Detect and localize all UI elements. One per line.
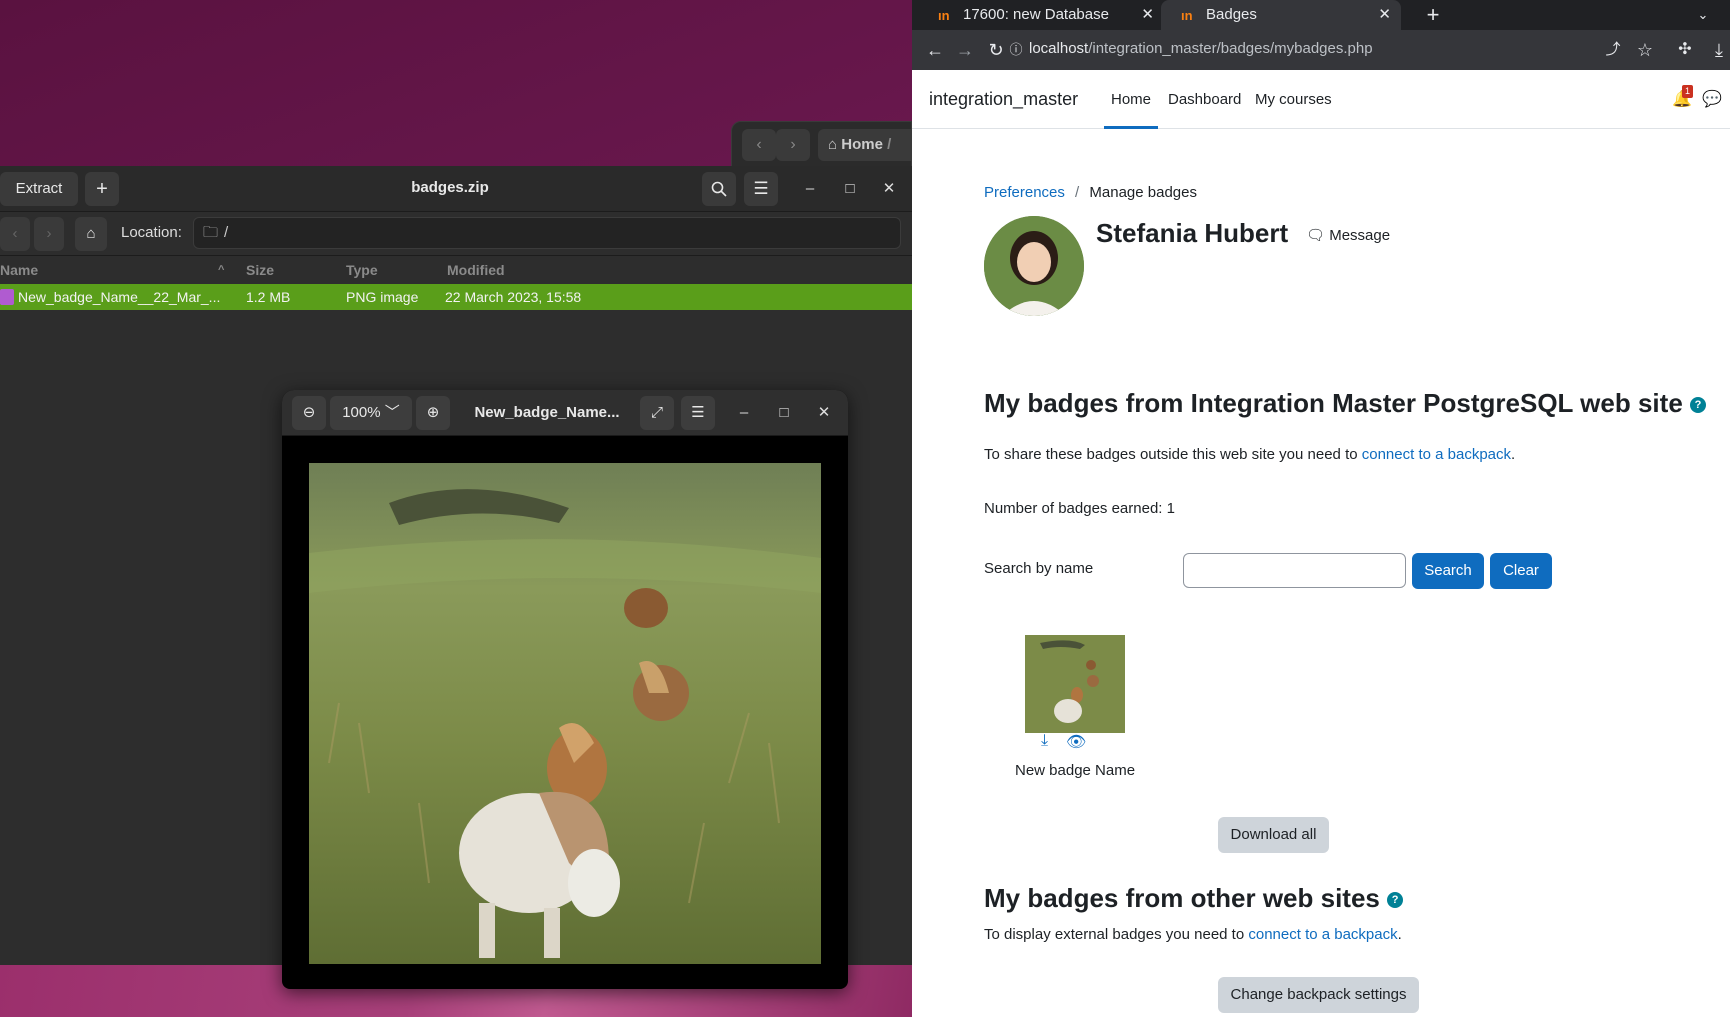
view-badge-icon[interactable]: 👁 <box>1066 732 1086 752</box>
location-label: Location: <box>121 224 182 241</box>
browser-window: ın 17600: new Database ✕ ın Badges ✕ + ⌄… <box>912 0 1730 1017</box>
speech-bubble-icon: 🗨 <box>1306 227 1326 244</box>
zoom-out-icon[interactable]: ⊖ <box>292 396 326 430</box>
search-input[interactable] <box>1183 553 1406 588</box>
file-name: New_badge_Name__22_Mar_... <box>18 289 221 305</box>
badge-count: Number of badges earned: 1 <box>984 500 1175 517</box>
maximize-button[interactable]: □ <box>771 400 797 426</box>
file-size: 1.2 MB <box>246 289 291 305</box>
new-tab-icon[interactable]: + <box>1422 4 1444 26</box>
site-info-icon[interactable]: ⓘ <box>1005 39 1027 61</box>
folder-icon: 🗀 <box>203 224 219 241</box>
image-viewer-window: ⊖ 100% ﹀ ⊕ New_badge_Name... ⤢ ☰ – □ ✕ <box>282 390 848 989</box>
zoom-in-icon[interactable]: ⊕ <box>416 396 450 430</box>
user-name: Stefania Hubert <box>1096 218 1289 248</box>
page-title: My badges from Integration Master Postgr… <box>984 388 1707 419</box>
help-icon[interactable]: ? <box>1387 892 1404 909</box>
connect-backpack-link[interactable]: connect to a backpack <box>1362 446 1511 463</box>
address-bar[interactable]: localhost/integration_master/badges/myba… <box>1029 40 1373 57</box>
file-modified: 22 March 2023, 15:58 <box>445 289 582 305</box>
download-badge-icon[interactable]: ⤓ <box>1041 732 1048 750</box>
bookmark-star-icon[interactable]: ☆ <box>1634 39 1656 61</box>
notification-badge: 1 <box>1682 85 1693 98</box>
moodle-icon: ın <box>938 8 950 23</box>
forward-icon[interactable]: › <box>34 217 64 251</box>
maximize-button[interactable]: □ <box>837 176 863 202</box>
search-button[interactable]: Search <box>1412 553 1484 589</box>
sort-ascending-icon: ^ <box>218 264 225 276</box>
back-arrow-icon[interactable]: ← <box>924 39 946 61</box>
column-modified[interactable]: Modified <box>447 258 505 282</box>
zoom-level-dropdown[interactable]: 100% ﹀ <box>330 396 412 430</box>
search-icon[interactable] <box>702 172 736 206</box>
search-label: Search by name <box>984 560 1094 577</box>
tab-strip: ın 17600: new Database ✕ ın Badges ✕ + ⌄ <box>912 0 1730 30</box>
column-size[interactable]: Size <box>246 258 274 282</box>
browser-toolbar: ← → ↻ ⓘ localhost/integration_master/bad… <box>912 30 1730 70</box>
column-name[interactable]: Name <box>0 258 38 282</box>
location-field[interactable]: 🗀 / <box>193 217 901 249</box>
moodle-navbar: integration_master Home Dashboard My cou… <box>912 70 1730 129</box>
file-type: PNG image <box>346 289 419 305</box>
menu-icon[interactable]: ☰ <box>744 172 778 206</box>
files-window: ‹ › ⌂ Home / <box>731 121 918 167</box>
minimize-button[interactable]: – <box>731 400 757 426</box>
download-all-button[interactable]: Download all <box>1218 817 1329 853</box>
badge-image <box>309 463 821 964</box>
location-bar: ‹ › ⌂ Location: 🗀 / <box>0 212 912 256</box>
path-home-button[interactable]: ⌂ Home / <box>818 129 918 161</box>
nav-home[interactable]: Home <box>1104 91 1159 129</box>
breadcrumb-current: Manage badges <box>1089 184 1197 201</box>
home-icon[interactable]: ⌂ <box>75 217 107 251</box>
chat-icon[interactable]: 💬 <box>1702 89 1722 109</box>
minimize-button[interactable]: – <box>797 176 823 202</box>
image-file-icon <box>0 289 14 305</box>
share-text: To share these badges outside this web s… <box>984 446 1516 463</box>
site-name[interactable]: integration_master <box>929 89 1078 110</box>
extensions-icon[interactable]: ✣ <box>1674 39 1696 61</box>
close-tab-icon[interactable]: ✕ <box>1378 0 1391 30</box>
tab-badges[interactable]: ın Badges ✕ <box>1161 0 1401 30</box>
help-icon[interactable]: ? <box>1690 397 1707 414</box>
badge-thumbnail[interactable] <box>1025 635 1125 733</box>
moodle-icon: ın <box>1181 8 1193 23</box>
change-backpack-button[interactable]: Change backpack settings <box>1218 977 1419 1013</box>
column-type[interactable]: Type <box>346 258 378 282</box>
viewer-headerbar: ⊖ 100% ﹀ ⊕ New_badge_Name... ⤢ ☰ – □ ✕ <box>282 390 848 436</box>
archive-headerbar: Extract + badges.zip ☰ – □ ✕ <box>0 166 912 212</box>
nav-my-courses[interactable]: My courses <box>1255 91 1332 108</box>
breadcrumb-preferences[interactable]: Preferences <box>984 184 1065 201</box>
back-button[interactable]: ‹ <box>742 129 776 161</box>
forward-arrow-icon[interactable]: → <box>954 39 976 61</box>
connect-backpack-link-2[interactable]: connect to a backpack <box>1248 926 1397 943</box>
tab-search-icon[interactable]: ⌄ <box>1692 4 1714 26</box>
close-button[interactable]: ✕ <box>876 176 902 202</box>
breadcrumb: Preferences / Manage badges <box>984 184 1197 201</box>
share-icon[interactable]: ⤴ <box>1602 39 1624 61</box>
fullscreen-icon[interactable]: ⤢ <box>640 396 674 430</box>
file-row[interactable]: New_badge_Name__22_Mar_... 1.2 MB PNG im… <box>0 284 912 310</box>
message-button[interactable]: 🗨 Message <box>1306 226 1390 244</box>
chevron-down-icon: ﹀ <box>384 404 400 421</box>
reload-icon[interactable]: ↻ <box>985 39 1007 61</box>
forward-button[interactable]: › <box>776 129 810 161</box>
home-icon: ⌂ <box>828 136 842 153</box>
menu-icon[interactable]: ☰ <box>681 396 715 430</box>
close-tab-icon[interactable]: ✕ <box>1141 0 1154 30</box>
close-button[interactable]: ✕ <box>811 400 837 426</box>
badge-name[interactable]: New badge Name <box>1015 762 1135 779</box>
nav-dashboard[interactable]: Dashboard <box>1168 91 1241 108</box>
tab-database[interactable]: ın 17600: new Database ✕ <box>918 0 1164 30</box>
back-icon[interactable]: ‹ <box>0 217 30 251</box>
download-icon[interactable]: ⤓ <box>1708 39 1730 61</box>
external-text: To display external badges you need to c… <box>984 926 1402 943</box>
clear-button[interactable]: Clear <box>1490 553 1552 589</box>
avatar[interactable] <box>984 216 1084 316</box>
moodle-page: integration_master Home Dashboard My cou… <box>912 70 1730 1017</box>
other-sites-heading: My badges from other web sites ? <box>984 883 1404 914</box>
viewer-title: New_badge_Name... <box>474 404 620 421</box>
